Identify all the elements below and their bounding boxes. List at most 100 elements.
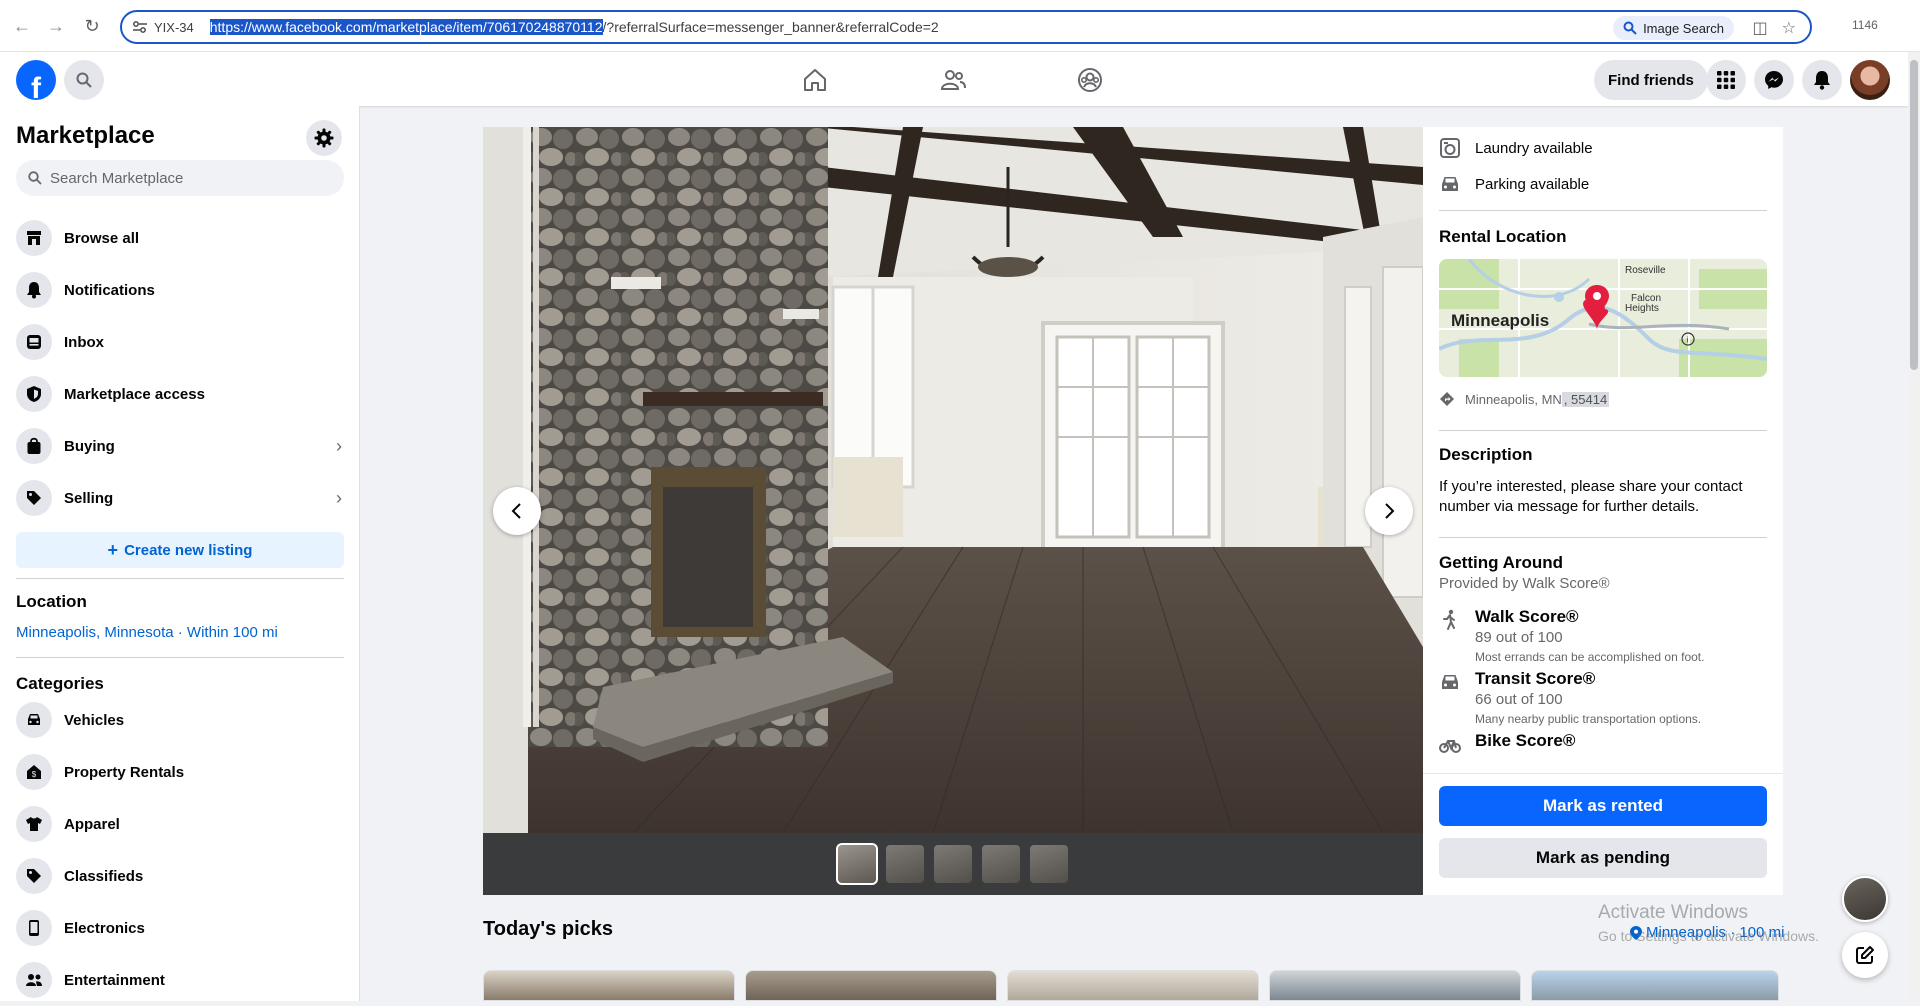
- listing-photo[interactable]: [483, 127, 1423, 833]
- messenger-icon: [1765, 71, 1783, 89]
- search-icon: [76, 72, 92, 88]
- tune-icon: [133, 21, 147, 33]
- pick-card[interactable]: [1531, 970, 1779, 1001]
- image-search-button[interactable]: Image Search: [1613, 16, 1734, 40]
- marketplace-search-input[interactable]: Search Marketplace: [16, 160, 344, 196]
- chevron-right-icon: ›: [336, 436, 342, 456]
- people-icon: [16, 962, 52, 998]
- photo-thumbnail[interactable]: [982, 845, 1020, 883]
- washer-icon: [1440, 138, 1460, 158]
- divider: [1439, 210, 1767, 211]
- walking-person-icon: [1443, 609, 1455, 630]
- tab-count: 1146: [1852, 18, 1878, 32]
- score-name: Bike Score®: [1475, 731, 1576, 750]
- todays-picks-title: Today's picks: [483, 918, 613, 940]
- category-apparel[interactable]: Apparel: [8, 798, 352, 850]
- sidebar-item-buying[interactable]: Buying ›: [8, 420, 352, 472]
- pick-card[interactable]: [483, 970, 735, 1001]
- address-bar[interactable]: YIX-34 https://www.facebook.com/marketpl…: [120, 10, 1812, 44]
- menu-button[interactable]: [1706, 60, 1746, 100]
- notifications-button[interactable]: [1802, 60, 1842, 100]
- location-link[interactable]: Minneapolis, Minnesota · Within 100 mi: [16, 624, 278, 641]
- back-icon[interactable]: ←: [10, 14, 34, 38]
- image-search-label: Image Search: [1643, 20, 1724, 36]
- phone-icon: [16, 910, 52, 946]
- shopping-bag-icon: [16, 428, 52, 464]
- tag-icon: [16, 858, 52, 894]
- category-label: Apparel: [64, 815, 120, 833]
- pick-card[interactable]: [1007, 970, 1259, 1001]
- score-name: Walk Score®: [1475, 607, 1579, 626]
- home-icon[interactable]: [801, 66, 829, 94]
- sidebar-item-inbox[interactable]: Inbox: [8, 316, 352, 368]
- url-text[interactable]: https://www.facebook.com/marketplace/ite…: [209, 19, 939, 35]
- reload-icon[interactable]: ↻: [80, 14, 104, 38]
- search-placeholder: Search Marketplace: [50, 169, 184, 187]
- scroll-thumb[interactable]: [1910, 60, 1918, 370]
- bookmark-star-icon[interactable]: ☆: [1782, 18, 1796, 38]
- mark-as-pending-button[interactable]: Mark as pending: [1439, 838, 1767, 878]
- new-message-button[interactable]: [1842, 932, 1888, 978]
- messenger-button[interactable]: [1754, 60, 1794, 100]
- category-label: Electronics: [64, 919, 145, 937]
- pick-card[interactable]: [1269, 970, 1521, 1001]
- floating-listing-chathead[interactable]: [1842, 876, 1888, 922]
- category-vehicles[interactable]: Vehicles: [8, 694, 352, 746]
- search-icon: [1623, 21, 1637, 35]
- rental-location-map[interactable]: i Minneapolis Roseville Falcon Heights: [1439, 259, 1767, 377]
- next-photo-button[interactable]: [1365, 487, 1413, 535]
- seller-actions: Mark as rented Mark as pending: [1423, 773, 1783, 895]
- pick-card[interactable]: [745, 970, 997, 1001]
- marketplace-settings-button[interactable]: [306, 120, 342, 156]
- sidebar-item-label: Browse all: [64, 229, 140, 247]
- listing-details-panel: Laundry available Parking available Rent…: [1423, 127, 1783, 895]
- photo-thumbnail[interactable]: [934, 845, 972, 883]
- category-label: Classifieds: [64, 867, 144, 885]
- score-name: Transit Score®: [1475, 669, 1596, 688]
- sidebar-item-browse-all[interactable]: Browse all: [8, 212, 352, 264]
- bell-icon: [16, 272, 52, 308]
- site-info-chip[interactable]: YIX-34: [132, 20, 194, 35]
- chevron-left-icon: [511, 503, 521, 519]
- create-new-listing-button[interactable]: + Create new listing: [16, 532, 344, 568]
- find-friends-button[interactable]: Find friends: [1594, 60, 1708, 100]
- car-icon: [16, 702, 52, 738]
- sidebar-item-label: Selling: [64, 489, 114, 507]
- photo-thumbnail[interactable]: [836, 843, 878, 885]
- watermark-line1: Activate Windows: [1598, 902, 1748, 923]
- category-property-rentals[interactable]: $ Property Rentals: [8, 746, 352, 798]
- search-icon: [28, 171, 42, 185]
- score-value: 89 out of 100: [1475, 629, 1563, 646]
- sidebar-item-label: Inbox: [64, 333, 104, 351]
- shirt-icon: [16, 806, 52, 842]
- transit-score: Transit Score® 66 out of 100 Many nearby…: [1439, 669, 1769, 726]
- category-electronics[interactable]: Electronics: [8, 902, 352, 954]
- photo-thumbnail[interactable]: [886, 845, 924, 883]
- sidebar-item-marketplace-access[interactable]: Marketplace access: [8, 368, 352, 420]
- facebook-logo[interactable]: f: [16, 60, 56, 100]
- score-value: 66 out of 100: [1475, 691, 1563, 708]
- search-button[interactable]: [64, 60, 104, 100]
- sidebar-item-notifications[interactable]: Notifications: [8, 264, 352, 316]
- sidebar-item-selling[interactable]: Selling ›: [8, 472, 352, 524]
- svg-text:i: i: [1687, 336, 1689, 345]
- profile-avatar[interactable]: [1850, 60, 1890, 100]
- activate-windows-watermark: Activate Windows Go to Settings to activ…: [1598, 902, 1819, 944]
- chevron-right-icon: ›: [336, 488, 342, 508]
- category-entertainment[interactable]: Entertainment: [8, 954, 352, 1006]
- photo-thumbnail[interactable]: [1030, 845, 1068, 883]
- friends-icon[interactable]: [939, 66, 967, 94]
- inbox-icon: [16, 324, 52, 360]
- mark-as-rented-button[interactable]: Mark as rented: [1439, 786, 1767, 826]
- category-classifieds[interactable]: Classifieds: [8, 850, 352, 902]
- page-scrollbar[interactable]: [1908, 52, 1920, 1001]
- watermark-line2: Go to Settings to activate Windows.: [1598, 928, 1819, 944]
- amenity-label: Laundry available: [1475, 139, 1593, 157]
- previous-photo-button[interactable]: [493, 487, 541, 535]
- rental-address: Minneapolis, MN, 55414: [1439, 391, 1610, 407]
- bicycle-icon: [1439, 740, 1461, 753]
- groups-icon[interactable]: [1076, 66, 1104, 94]
- walk-score: Walk Score® 89 out of 100 Most errands c…: [1439, 607, 1769, 664]
- forward-icon[interactable]: →: [44, 14, 68, 38]
- install-icon[interactable]: ◫: [1753, 18, 1768, 38]
